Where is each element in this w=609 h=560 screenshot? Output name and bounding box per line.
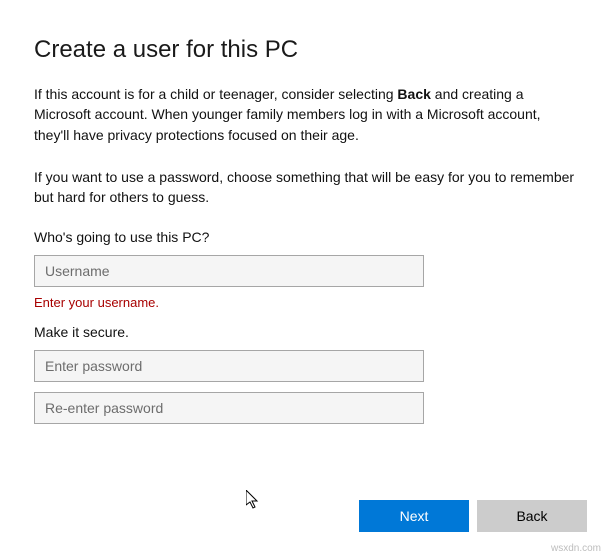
username-input[interactable] [34,255,424,287]
description-paragraph-2: If you want to use a password, choose so… [34,167,575,208]
who-label: Who's going to use this PC? [34,229,575,245]
secure-label: Make it secure. [34,324,575,340]
button-row: Next Back [359,500,587,532]
description-paragraph-1: If this account is for a child or teenag… [34,84,575,145]
password-input[interactable] [34,350,424,382]
next-button[interactable]: Next [359,500,469,532]
desc1-bold-back: Back [397,86,430,102]
back-button[interactable]: Back [477,500,587,532]
dialog-body: Create a user for this PC If this accoun… [0,0,609,424]
reenter-password-input[interactable] [34,392,424,424]
page-title: Create a user for this PC [34,36,575,64]
watermark-text: wsxdn.com [551,543,601,554]
username-error: Enter your username. [34,295,575,310]
cursor-icon [246,490,260,510]
desc1-before: If this account is for a child or teenag… [34,86,397,102]
